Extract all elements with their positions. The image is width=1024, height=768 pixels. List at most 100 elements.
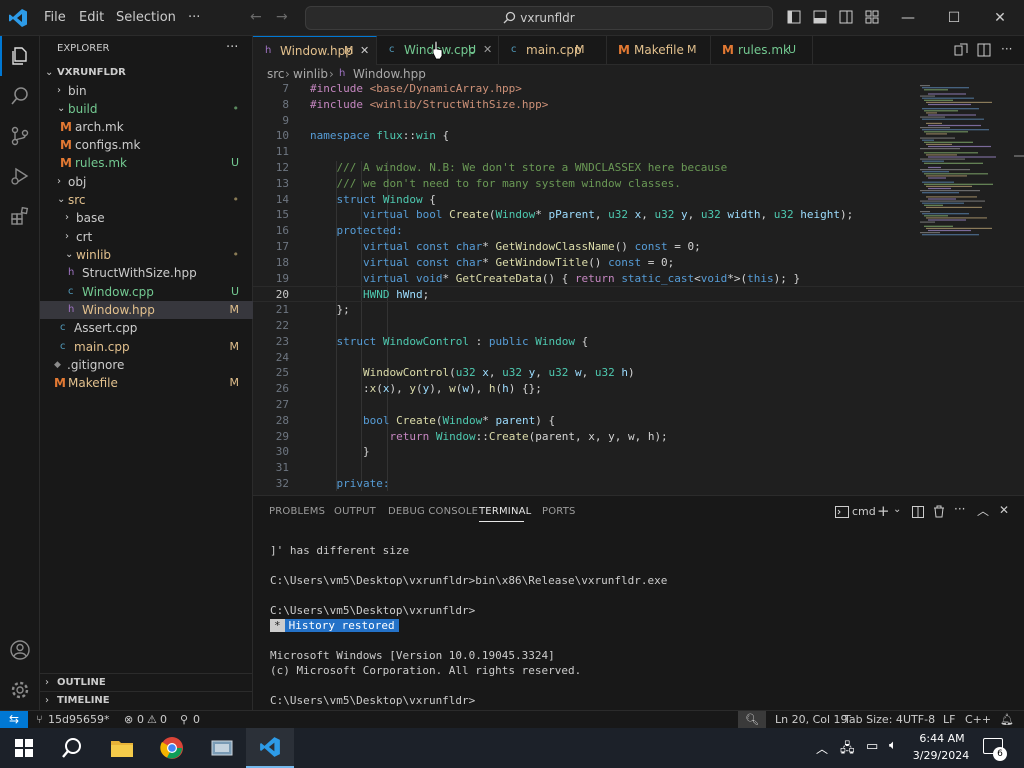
tab-window-hpp[interactable]: h Window.hpp M ✕ [253, 36, 377, 65]
code-line[interactable]: 28 bool Create(Window* parent) { [253, 413, 1024, 429]
code-line[interactable]: 27 [253, 397, 1024, 413]
terminal-prompt[interactable]: C:\Users\vm5\Desktop\vxrunfldr> [270, 693, 475, 708]
clock-date[interactable]: 3/29/2024 [910, 749, 972, 762]
warning-count[interactable]: 0 [160, 711, 167, 728]
volume-icon[interactable]: 🔈︎ [889, 738, 897, 753]
explorer-more-button[interactable]: ··· [226, 40, 238, 55]
code-line[interactable]: 22 [253, 318, 1024, 334]
menu-edit[interactable]: Edit [77, 0, 106, 36]
encoding[interactable]: UTF-8 [903, 711, 935, 728]
tab-ports[interactable]: PORTS [542, 496, 576, 528]
code-line[interactable]: 8 #include <winlib/StructWithSize.hpp> [253, 97, 1024, 113]
tree-item-configs-mk[interactable]: M configs.mk [40, 136, 253, 154]
tree-item-arch-mk[interactable]: M arch.mk [40, 118, 253, 136]
tree-item-build[interactable]: ⌄ build • [40, 100, 253, 118]
breadcrumb-src[interactable]: src [267, 65, 285, 83]
close-icon[interactable]: ✕ [483, 36, 492, 64]
tab-main-cpp[interactable]: c main.cpp M [499, 36, 607, 65]
end-of-line[interactable]: LF [943, 711, 955, 728]
menu-selection[interactable]: Selection [114, 0, 178, 36]
workspace-root[interactable]: ⌄ VXRUNFLDR [40, 64, 253, 82]
code-line[interactable]: 25 WindowControl(u32 x, u32 y, u32 w, u3… [253, 365, 1024, 381]
tree-item-src[interactable]: ⌄ src • [40, 191, 253, 209]
network-icon[interactable]: 🖧︎ [840, 739, 855, 761]
vm-app-icon[interactable] [198, 728, 246, 768]
tree-item-main-cpp[interactable]: c main.cpp M [40, 338, 253, 356]
maximize-panel-chevron-up-icon[interactable]: ︿ [977, 502, 989, 519]
tree-item-base[interactable]: › base [40, 209, 253, 227]
breadcrumb-window-hpp[interactable]: Window.hpp [353, 65, 426, 83]
minimap[interactable] [916, 83, 1016, 243]
code-line[interactable]: 19 virtual void* GetCreateData() { retur… [253, 271, 1024, 287]
split-editor-icon[interactable] [977, 43, 991, 57]
code-line[interactable]: 29 return Window::Create(parent, x, y, w… [253, 429, 1024, 445]
remote-indicator-icon[interactable]: ⇆ [0, 711, 28, 728]
code-line[interactable]: 13 /// we don't need to for many system … [253, 176, 1024, 192]
tab-makefile[interactable]: M Makefile M [607, 36, 711, 65]
code-line[interactable]: 14 struct Window { [253, 192, 1024, 208]
language-mode[interactable]: C++ [965, 711, 991, 728]
zoom-icon[interactable]: 🔍︎ [738, 711, 766, 728]
close-icon[interactable]: ✕ [360, 37, 369, 65]
settings-gear-icon[interactable] [0, 670, 40, 710]
editor-more-button[interactable]: ··· [1001, 42, 1012, 56]
file-explorer-icon[interactable] [98, 728, 146, 768]
code-line[interactable]: 9 [253, 113, 1024, 129]
code-line[interactable]: 21 }; [253, 302, 1024, 318]
code-line[interactable]: 30 } [253, 444, 1024, 460]
toggle-secondary-sidebar-icon[interactable] [839, 10, 853, 24]
toggle-panel-icon[interactable] [813, 10, 827, 24]
panel-more-button[interactable]: ··· [954, 502, 965, 516]
tab-problems[interactable]: PROBLEMS [269, 496, 325, 528]
code-line[interactable]: 26 :x(x), y(y), w(w), h(h) {}; [253, 381, 1024, 397]
tab-size[interactable]: Tab Size: 4 [844, 711, 903, 728]
run-debug-icon[interactable] [0, 156, 40, 196]
extensions-icon[interactable] [0, 196, 40, 236]
code-line[interactable]: 16 protected: [253, 223, 1024, 239]
terminal-name[interactable]: cmd [852, 505, 876, 518]
split-terminal-icon[interactable] [912, 506, 924, 518]
explorer-icon[interactable] [0, 36, 40, 76]
breadcrumb-winlib[interactable]: winlib [293, 65, 328, 83]
tree-item-structwithsize-hpp[interactable]: h StructWithSize.hpp [40, 264, 253, 282]
windows-start-icon[interactable] [0, 728, 48, 768]
minimize-button[interactable]: — [885, 0, 931, 36]
tab-rules-mk[interactable]: M rules.mk U [711, 36, 813, 65]
code-line[interactable]: 23 struct WindowControl : public Window … [253, 334, 1024, 350]
code-line[interactable]: 17 virtual const char* GetWindowClassNam… [253, 239, 1024, 255]
code-line[interactable]: 31 [253, 460, 1024, 476]
tree-item-window-hpp[interactable]: h Window.hpp M [40, 301, 253, 319]
back-arrow-icon[interactable]: ← [250, 9, 262, 25]
tree-item-assert-cpp[interactable]: c Assert.cpp [40, 319, 253, 337]
open-changes-icon[interactable] [954, 43, 968, 57]
tree-item-makefile[interactable]: M Makefile M [40, 374, 253, 392]
tray-chevron-up-icon[interactable]: ︿ [816, 740, 828, 757]
tree-item-bin[interactable]: › bin [40, 82, 253, 100]
tree-item-window-cpp[interactable]: c Window.cpp U [40, 283, 253, 301]
trash-icon[interactable] [933, 505, 945, 518]
chrome-icon[interactable] [148, 728, 196, 768]
clock-time[interactable]: 6:44 AM [916, 732, 968, 745]
code-line[interactable]: 10 namespace flux::win { [253, 128, 1024, 144]
branch-name[interactable]: 15d95659* [48, 711, 109, 728]
close-window-button[interactable]: ✕ [977, 0, 1023, 36]
menu-more[interactable]: ··· [186, 0, 202, 36]
code-line[interactable]: 24 [253, 350, 1024, 366]
ports-count[interactable]: 0 [193, 711, 200, 728]
code-line[interactable]: 20 HWND hWnd; [253, 286, 1024, 303]
tree-item-rules-mk[interactable]: M rules.mk U [40, 154, 253, 172]
notifications-bell-icon[interactable]: 🔔︎ [1000, 711, 1014, 728]
menu-file[interactable]: File [42, 0, 68, 36]
code-line[interactable]: 12 /// A window. N.B: We don't store a W… [253, 160, 1024, 176]
close-panel-icon[interactable]: ✕ [999, 503, 1009, 517]
code-line[interactable]: 11 [253, 144, 1024, 160]
tree-item-obj[interactable]: › obj [40, 173, 253, 191]
accounts-icon[interactable] [0, 630, 40, 670]
chevron-down-icon[interactable]: ⌄ [893, 504, 901, 515]
code-line[interactable]: 32 private: [253, 476, 1024, 492]
tree-item-gitignore[interactable]: ◆ .gitignore [40, 356, 253, 374]
taskbar-search-icon[interactable] [48, 728, 96, 768]
tab-debug-console[interactable]: DEBUG CONSOLE [388, 496, 478, 528]
vscode-taskbar-icon[interactable] [246, 728, 294, 768]
display-icon[interactable]: ▭ [866, 739, 878, 754]
